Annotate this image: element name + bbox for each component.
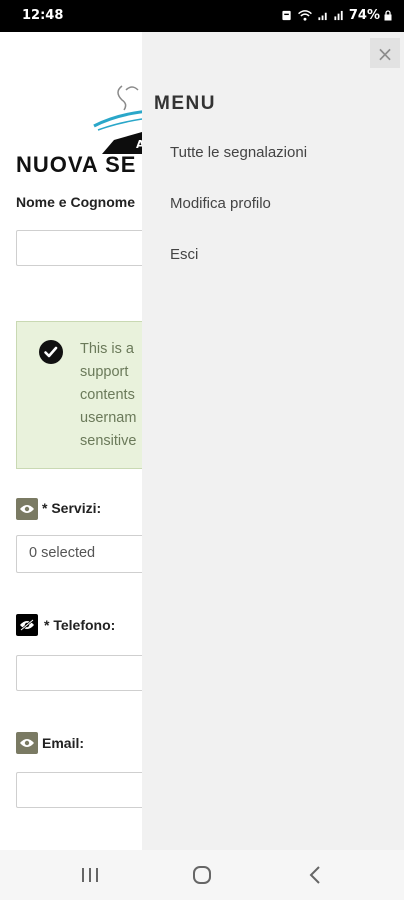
menu-item-logout[interactable]: Esci (170, 246, 198, 263)
system-navigation-bar (0, 850, 404, 900)
status-time: 12:48 (22, 8, 64, 23)
menu-item-edit-profile[interactable]: Modifica profilo (170, 195, 271, 212)
status-bar: 12:48 74% (0, 0, 404, 32)
services-select-value: 0 selected (29, 545, 96, 561)
menu-item-all-reports[interactable]: Tutte le segnalazioni (170, 144, 307, 161)
battery-level: 74% (348, 8, 380, 23)
close-menu-button[interactable]: × (370, 38, 400, 68)
email-field-label: Email: (42, 735, 85, 751)
recent-apps-icon[interactable] (78, 864, 102, 886)
wifi-icon (297, 10, 312, 21)
name-field-label: Nome e Cognome (16, 194, 136, 210)
signal-icon (318, 12, 327, 21)
side-menu-drawer: × MENU Tutte le segnalazioni Modifica pr… (142, 32, 404, 850)
eye-slash-icon[interactable] (16, 614, 38, 636)
lock-icon (384, 10, 392, 21)
phone-field-label: * Telefono: (44, 617, 116, 633)
check-circle-icon (39, 340, 63, 364)
back-icon[interactable] (304, 864, 328, 886)
status-icons: 74% (281, 8, 392, 23)
page-title: NUOVA SE (16, 152, 137, 177)
notification-icon (282, 10, 291, 21)
eye-icon[interactable] (16, 498, 38, 520)
signal-icon (334, 10, 343, 21)
services-field-label: * Servizi: (42, 500, 102, 516)
home-icon[interactable] (190, 864, 214, 886)
eye-icon[interactable] (16, 732, 38, 754)
menu-title: MENU (154, 93, 216, 114)
